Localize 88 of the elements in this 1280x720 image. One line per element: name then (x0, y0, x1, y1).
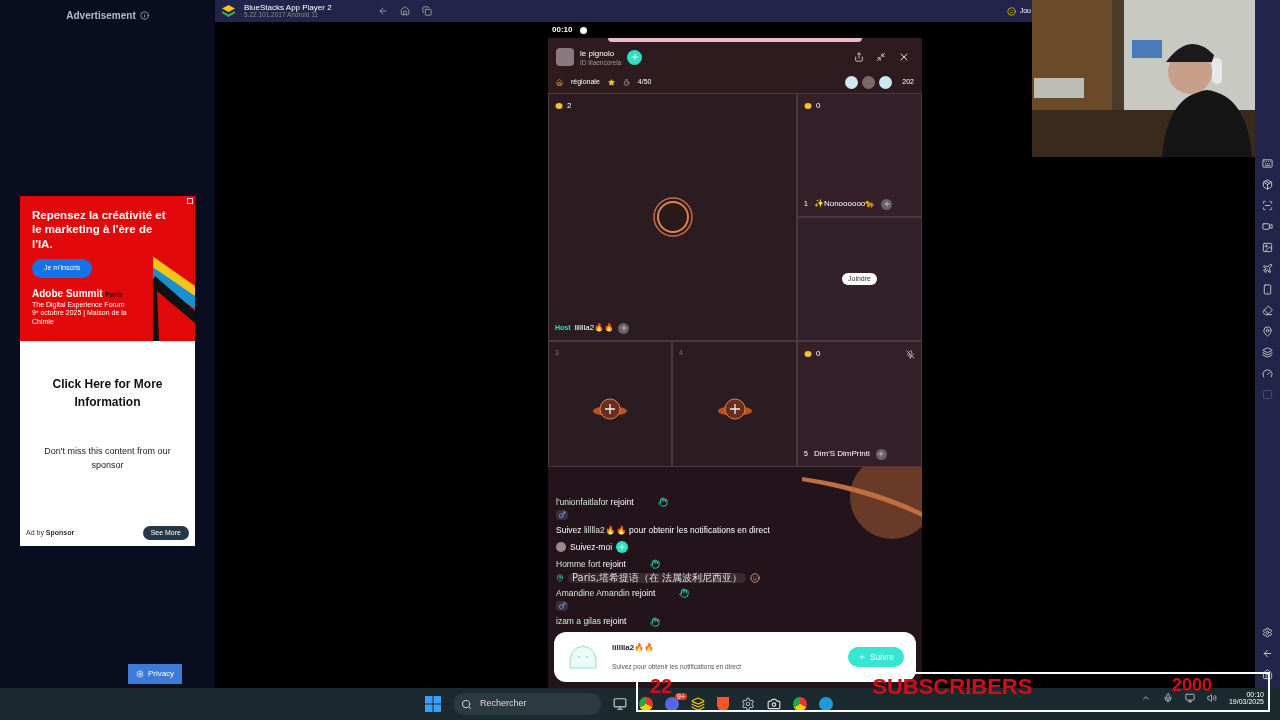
subscriber-goal: 2000 (1171, 676, 1212, 694)
keyboard-icon[interactable] (1262, 158, 1273, 169)
search-field[interactable]: Rechercher (453, 693, 601, 715)
timer-icon (622, 78, 630, 86)
follow-prompt: Suivez lilllla2🔥🔥 pour obtenir les notifications en direct (556, 524, 771, 537)
package-icon[interactable] (1262, 179, 1273, 190)
volume-icon[interactable] (1206, 693, 1217, 703)
coin-icon (555, 102, 563, 110)
plus-icon (857, 653, 866, 661)
ad-headline: Repensez la créativité et le marketing à l'ère de l'IA. (32, 208, 167, 252)
host-avatar (556, 48, 574, 66)
home-icon (556, 78, 563, 86)
back-icon[interactable] (377, 6, 388, 16)
add-friend-icon[interactable] (881, 198, 893, 210)
location-icon[interactable] (1262, 326, 1273, 337)
info-icon[interactable] (139, 11, 149, 20)
task-view-icon[interactable] (613, 697, 627, 711)
join-message: izam a gilas rejoint (556, 615, 627, 628)
seat-name: lilllla2🔥🔥 (574, 322, 615, 334)
settings-icon[interactable] (1262, 627, 1273, 638)
coin-count: 0 (816, 348, 821, 360)
location-tag: Paris,塔希提语（在 法属波利尼西亚） (568, 572, 747, 583)
wave-icon (650, 616, 661, 627)
back-icon[interactable] (1262, 648, 1273, 659)
tray-chevron-icon[interactable] (1140, 693, 1151, 703)
network-icon[interactable] (1184, 693, 1195, 703)
settings-icon[interactable] (741, 697, 755, 711)
minimize-icon[interactable] (876, 52, 886, 62)
seat-name: ✨Nonoooooo🐆 (813, 198, 876, 210)
gauge-icon[interactable] (1262, 368, 1273, 379)
mic-icon[interactable] (1162, 693, 1173, 703)
subscriber-count: 22 (650, 676, 673, 696)
layers-logo-icon (221, 4, 236, 18)
follow-host-icon[interactable] (627, 49, 643, 65)
smile-icon (750, 572, 761, 583)
ad-heading: Advertisement (66, 9, 136, 23)
start-icon[interactable] (425, 696, 441, 712)
coin-icon (804, 102, 812, 110)
layers-icon[interactable] (1262, 347, 1273, 358)
viewer-avatar (845, 75, 859, 89)
add-friend-icon[interactable] (618, 322, 630, 334)
coin-count: 0 (816, 100, 821, 112)
plane-icon[interactable] (1262, 263, 1273, 274)
join-message: Homme fort rejoint (556, 557, 626, 571)
layers-app-icon[interactable] (691, 697, 705, 711)
mascot-icon (566, 642, 600, 672)
gear-icon (135, 670, 144, 678)
share-icon[interactable] (854, 52, 864, 62)
card-name: lilllla2🔥🔥 (612, 642, 656, 655)
search-icon (461, 698, 472, 710)
adchoices-icon (187, 198, 193, 204)
shield-icon[interactable] (717, 697, 729, 711)
close-icon[interactable] (898, 51, 910, 63)
eraser-icon[interactable] (1262, 305, 1273, 316)
planet-plus-icon (592, 397, 628, 422)
follow-plus-icon[interactable] (616, 541, 629, 554)
coin-count: 2 (567, 100, 572, 112)
ad-body: Don't miss this content from our sponsor (43, 445, 172, 472)
seat-name: Dim'S DimPrinti (813, 448, 870, 460)
scan-icon[interactable] (1262, 200, 1273, 211)
phone-icon[interactable] (1262, 284, 1273, 295)
wave-icon (649, 559, 660, 570)
host-name: le pignolo (580, 47, 616, 60)
coin-icon (804, 350, 812, 358)
add-friend-icon[interactable] (875, 448, 887, 460)
home-icon[interactable] (1262, 669, 1273, 680)
location-pin-icon (556, 573, 564, 582)
follow-me-text: Suivez-moi (570, 541, 613, 554)
avatar-ring-icon (651, 196, 694, 238)
wave-icon (679, 587, 690, 598)
viewer-avatar (879, 75, 893, 89)
viewer-avatar (862, 75, 876, 89)
status-time: 00:10 (552, 24, 573, 36)
join-message: Amandine Amandin rejoint (556, 586, 656, 600)
privacy-button[interactable]: Privacy (127, 664, 183, 684)
join-message: l'unionfaitlafor rejoint (556, 495, 634, 509)
star-icon (607, 78, 615, 86)
wave-icon (657, 496, 668, 507)
planet-plus-icon (716, 397, 753, 422)
notification-icon (580, 26, 588, 34)
avatar-icon (556, 542, 566, 553)
image-icon[interactable] (1262, 242, 1273, 253)
ad-card[interactable] (20, 196, 195, 546)
tabs-icon[interactable] (421, 6, 432, 16)
video-icon[interactable] (1262, 221, 1273, 232)
ad-title: Click Here for More Information (51, 376, 164, 411)
app-title: BlueStacks App Player 2 (244, 3, 332, 12)
subscriber-label: SUBSCRIBERS (872, 676, 1033, 698)
